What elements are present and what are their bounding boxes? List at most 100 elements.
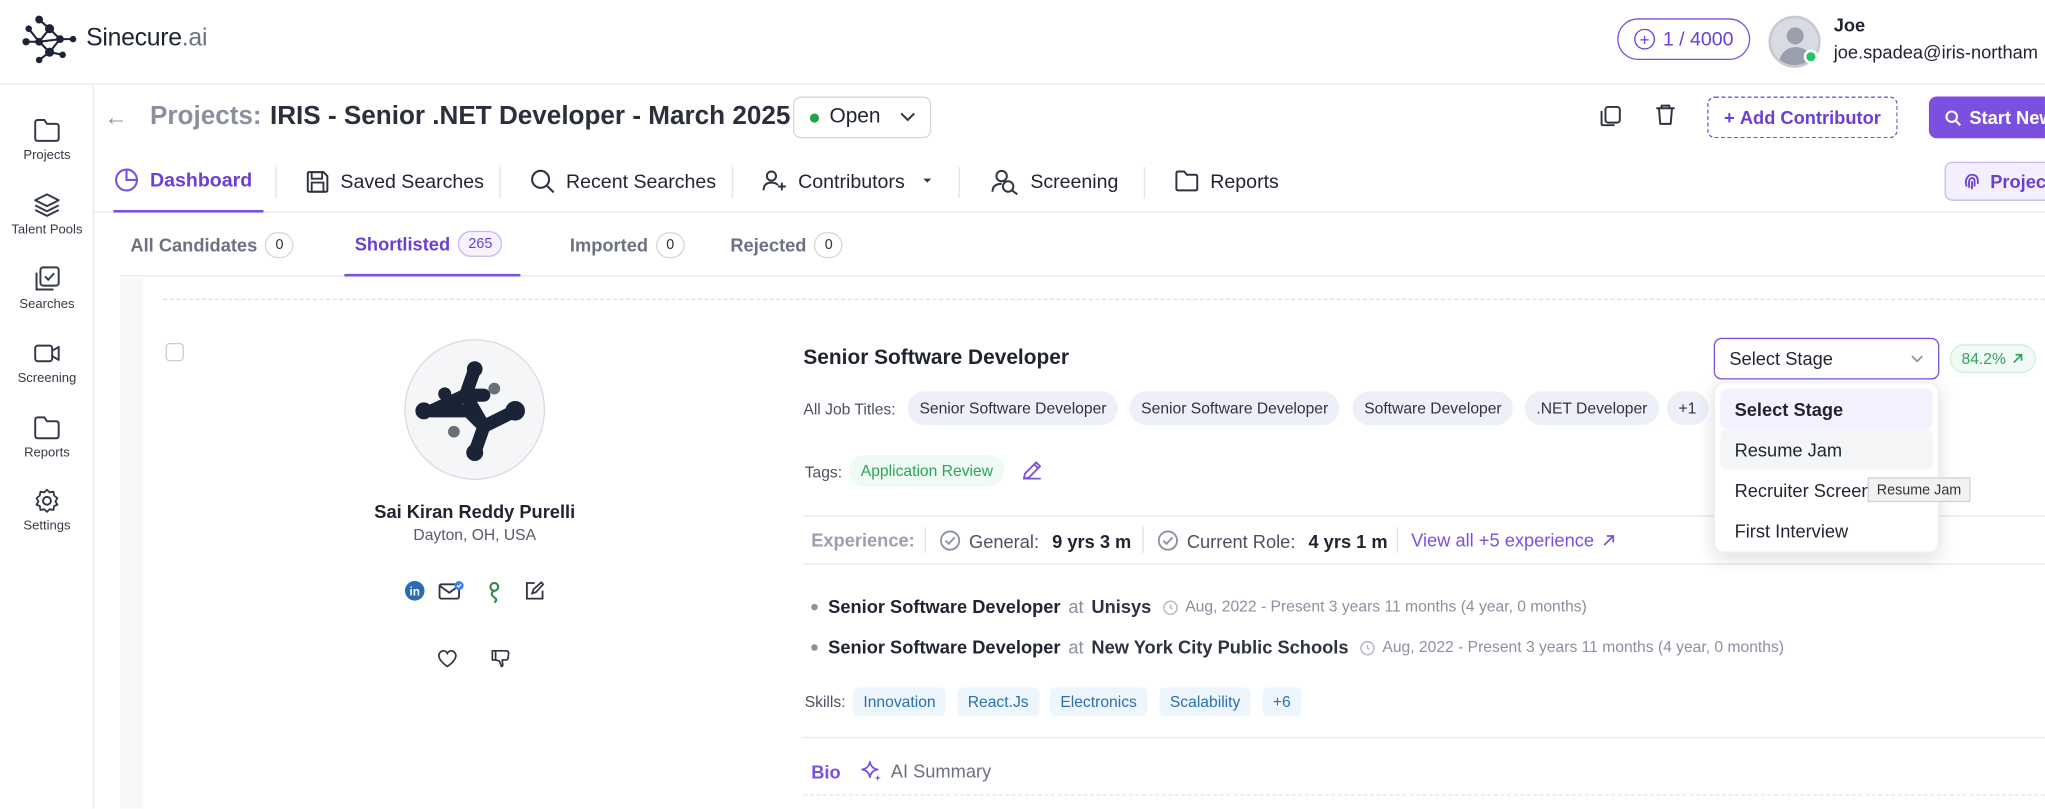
fingerprint-icon — [1964, 173, 1979, 190]
sparkle-icon — [861, 760, 881, 782]
nav-divider — [731, 166, 733, 199]
credits-badge[interactable]: + 1 / 4000 — [1617, 18, 1751, 60]
project-status-select[interactable]: Open — [792, 96, 932, 139]
tooltip: Resume Jam — [1867, 477, 1971, 503]
app-window: Sinecure.ai + 1 / 4000 Joe joe.spadea@ir… — [0, 0, 2045, 809]
save-icon — [306, 170, 329, 193]
experience-history-item: Senior Software Developer at New York Ci… — [811, 636, 1784, 657]
job-title-chip: .NET Developer — [1524, 391, 1660, 426]
video-icon — [34, 344, 60, 363]
view-all-experience-link[interactable]: View all +5 experience — [1411, 530, 1616, 550]
experience-history-item: Senior Software Developer at Unisys Aug,… — [811, 596, 1587, 617]
timer-icon — [1360, 640, 1375, 655]
job-title-chip: Senior Software Developer — [907, 391, 1119, 426]
stage-option-resume-jam[interactable]: Resume Jam — [1720, 429, 1933, 470]
count-badge: 0 — [814, 232, 844, 259]
skills-label: Skills: — [804, 692, 846, 711]
caret-down-icon — [922, 178, 931, 183]
credits-count: 1 / 4000 — [1662, 28, 1734, 51]
tab-shortlisted[interactable]: Shortlisted 265 — [344, 214, 521, 277]
sidebar-item-searches[interactable]: Searches — [0, 266, 94, 312]
tab-ai-summary[interactable]: AI Summary — [859, 759, 991, 782]
check-circle-icon — [1157, 530, 1178, 551]
timer-icon — [1162, 599, 1178, 615]
job-title-chip: Software Developer — [1352, 391, 1514, 426]
thumbs-down-icon[interactable] — [490, 648, 511, 675]
email-verified-icon[interactable] — [438, 580, 464, 607]
tab-all-candidates[interactable]: All Candidates 0 — [130, 214, 294, 277]
tab-recent-searches[interactable]: Recent Searches — [530, 150, 716, 213]
all-job-titles-label: All Job Titles: — [803, 400, 896, 419]
sidebar-item-talent-pools[interactable]: Talent Pools — [0, 192, 94, 237]
tab-dashboard[interactable]: Dashboard — [113, 150, 264, 213]
tab-contributors[interactable]: Contributors — [762, 150, 934, 213]
divider — [1142, 526, 1144, 553]
more-titles-chip[interactable]: +1 — [1666, 391, 1709, 426]
tab-screening[interactable]: Screening — [989, 150, 1118, 213]
stage-option-first-interview[interactable]: First Interview — [1720, 510, 1933, 550]
projects-label: Projects: — [149, 101, 262, 131]
start-new-button[interactable]: Start New — [1928, 96, 2045, 139]
sidebar-label: Projects — [23, 148, 71, 164]
chevron-down-icon — [900, 112, 916, 122]
logo-text: Sinecure.ai — [86, 24, 208, 53]
heart-icon[interactable] — [437, 648, 458, 675]
edit-tags-icon[interactable] — [1020, 459, 1043, 489]
count-badge: 265 — [457, 230, 503, 257]
chevron-down-icon — [1911, 355, 1923, 363]
job-title-chip: Senior Software Developer — [1129, 391, 1340, 426]
add-contributor-button[interactable]: + Add Contributor — [1707, 96, 1898, 139]
duplicate-icon[interactable] — [1599, 104, 1622, 134]
sidebar-label: Reports — [24, 446, 70, 461]
layers-icon — [34, 193, 60, 217]
project-button[interactable]: Project — [1944, 161, 2045, 201]
folder-icon — [34, 119, 60, 142]
tab-rejected[interactable]: Rejected 0 — [730, 214, 844, 277]
screening-icon — [991, 169, 1018, 196]
edit-note-icon[interactable] — [524, 580, 545, 607]
count-badge: 0 — [265, 232, 294, 259]
folder-icon — [34, 416, 60, 440]
candidate-checkbox[interactable] — [165, 343, 184, 362]
divider — [163, 298, 2045, 300]
user-name: Joe — [1833, 14, 1866, 36]
user-email: joe.spadea@iris-northam — [1833, 41, 2038, 63]
divider — [803, 794, 2045, 796]
candidate-location: Dayton, OH, USA — [413, 525, 537, 544]
sidebar: Projects Talent Pools Searches Screening… — [0, 86, 94, 809]
more-skills-chip[interactable]: +6 — [1262, 687, 1302, 717]
tab-reports[interactable]: Reports — [1174, 150, 1279, 213]
sidebar-label: Searches — [19, 297, 75, 312]
status-dot — [809, 112, 820, 122]
skill-chip: Electronics — [1049, 687, 1148, 717]
skill-chip: Scalability — [1159, 687, 1251, 717]
glassdoor-icon[interactable] — [485, 580, 503, 610]
candidate-name[interactable]: Sai Kiran Reddy Purelli — [318, 501, 631, 522]
tab-bio[interactable]: Bio — [811, 762, 840, 783]
stage-option-select-stage[interactable]: Select Stage — [1720, 388, 1933, 430]
top-bar: Sinecure.ai + 1 / 4000 Joe joe.spadea@ir… — [0, 0, 2045, 85]
tab-imported[interactable]: Imported 0 — [570, 214, 685, 277]
arrow-up-right-icon — [2013, 353, 2023, 364]
add-user-icon — [762, 170, 786, 191]
trash-icon[interactable] — [1654, 103, 1677, 133]
online-status-dot — [1803, 49, 1819, 64]
linkedin-icon[interactable]: in — [404, 580, 425, 607]
current-role-experience: Current Role: 4 yrs 1 m — [1157, 530, 1388, 552]
stage-dropdown-menu: Select Stage Resume Jam Recruiter Screen… — [1713, 382, 1940, 553]
logo[interactable]: Sinecure.ai — [21, 13, 207, 65]
page-title: IRIS - Senior .NET Developer - March 202… — [269, 101, 791, 131]
stage-select[interactable]: Select Stage — [1713, 337, 1940, 380]
skill-chip: Innovation — [852, 687, 947, 717]
sidebar-item-screening[interactable]: Screening — [0, 340, 94, 386]
logo-icon — [22, 15, 77, 64]
back-arrow-icon[interactable]: ← — [104, 104, 127, 131]
match-score-badge: 84.2% — [1949, 344, 2036, 374]
search-icon — [1945, 109, 1961, 126]
sidebar-item-reports[interactable]: Reports — [0, 415, 94, 461]
sidebar-item-settings[interactable]: Settings — [0, 488, 94, 533]
nav-divider — [275, 166, 277, 199]
sidebar-item-projects[interactable]: Projects — [0, 117, 94, 163]
tab-saved-searches[interactable]: Saved Searches — [305, 150, 484, 213]
search-stack-icon — [35, 266, 60, 291]
